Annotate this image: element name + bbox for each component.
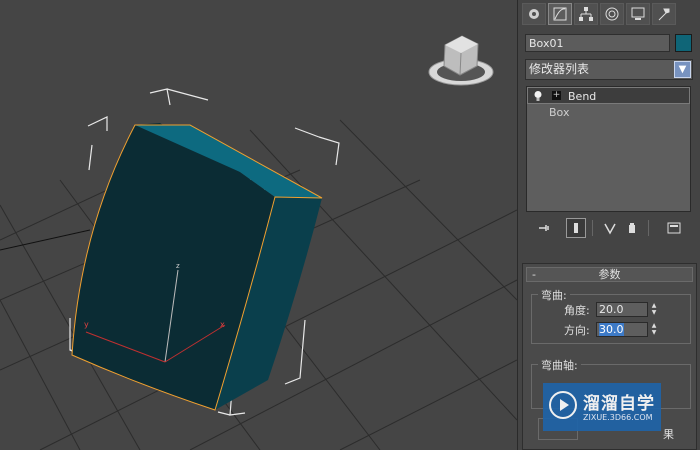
modifier-list-dropdown[interactable]: 修改器列表 ▼: [525, 59, 693, 80]
object-color-swatch[interactable]: [675, 34, 692, 52]
watermark-subtitle: ZIXUE.3D66.COM: [583, 413, 653, 422]
stack-item-box[interactable]: Box: [527, 104, 690, 121]
angle-spinner[interactable]: ▲ ▼: [649, 302, 659, 317]
chevron-down-icon[interactable]: ▼: [674, 61, 691, 78]
viewcube-icon[interactable]: [428, 35, 494, 86]
bend-axis-title: 弯曲轴:: [538, 357, 581, 373]
direction-input[interactable]: 30.0: [596, 322, 648, 337]
site-watermark: 溜溜自学 ZIXUE.3D66.COM: [543, 383, 661, 431]
utilities-tab-icon[interactable]: [652, 3, 676, 25]
make-unique-icon[interactable]: [600, 218, 620, 238]
partial-label: 果: [663, 428, 674, 441]
expand-plus-icon[interactable]: +: [552, 91, 561, 100]
angle-value: 20.0: [599, 303, 624, 316]
gizmo-z-label: z: [176, 262, 180, 270]
parameters-rollout-header[interactable]: - 参数: [526, 267, 693, 282]
command-panel-tabs: [522, 3, 676, 27]
direction-spinner[interactable]: ▲ ▼: [649, 322, 659, 337]
direction-value: 30.0: [599, 323, 624, 336]
direction-label: 方向:: [564, 324, 590, 337]
toolbar-divider: [592, 220, 593, 236]
modifier-stack[interactable]: + Bend Box: [526, 86, 691, 212]
toolbar-divider: [648, 220, 649, 236]
lightbulb-icon[interactable]: [533, 90, 543, 102]
stack-item-bend[interactable]: + Bend: [527, 87, 690, 104]
watermark-title: 溜溜自学: [583, 394, 655, 414]
gizmo-x-label: x: [220, 320, 225, 329]
create-tab-icon[interactable]: [522, 3, 546, 25]
modify-tab-icon[interactable]: [548, 3, 572, 25]
viewport-canvas: z x y: [0, 35, 517, 450]
angle-label: 角度:: [564, 304, 590, 317]
hierarchy-tab-icon[interactable]: [574, 3, 598, 25]
modifier-list-label: 修改器列表: [529, 62, 590, 76]
display-tab-icon[interactable]: [626, 3, 650, 25]
play-logo-icon: [549, 391, 577, 419]
stack-item-label: Box: [549, 106, 570, 119]
angle-input[interactable]: 20.0: [596, 302, 648, 317]
remove-modifier-icon[interactable]: [622, 218, 642, 238]
show-end-result-icon[interactable]: [566, 218, 586, 238]
stack-item-label: Bend: [568, 90, 597, 103]
gizmo-y-label: y: [84, 320, 89, 329]
rollout-title: 参数: [598, 268, 621, 281]
motion-tab-icon[interactable]: [600, 3, 624, 25]
bend-group-title: 弯曲:: [538, 287, 570, 303]
viewport-perspective[interactable]: z x y: [0, 0, 517, 450]
bend-group: 弯曲: 角度: 20.0 ▲ ▼ 方向: 30.0 ▲ ▼: [531, 287, 691, 344]
pin-stack-icon[interactable]: [534, 218, 554, 238]
bent-box-object[interactable]: [71, 123, 323, 411]
configure-modifier-sets-icon[interactable]: [664, 218, 684, 238]
object-name-field[interactable]: Box01: [525, 34, 670, 52]
stack-toolbar: [524, 218, 694, 240]
